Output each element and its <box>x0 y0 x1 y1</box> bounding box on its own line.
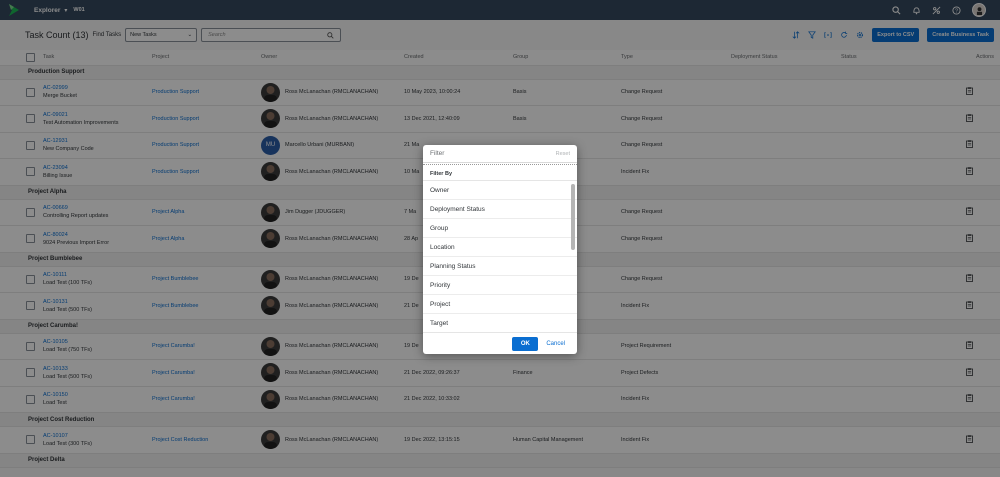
filter-item-planning-status[interactable]: Planning Status <box>423 257 577 276</box>
cancel-button[interactable]: Cancel <box>544 341 567 347</box>
filter-item-target[interactable]: Target <box>423 314 577 332</box>
filter-by-heading: Filter By <box>423 164 577 181</box>
filter-dialog-header: Filter Reset <box>423 145 577 163</box>
filter-dialog: Filter Reset Filter By Owner Deployment S… <box>423 145 577 354</box>
filter-dialog-title: Filter <box>430 150 445 157</box>
reset-button[interactable]: Reset <box>556 151 570 157</box>
filter-dialog-footer: OK Cancel <box>423 332 577 354</box>
filter-list-scrollbar[interactable] <box>571 184 575 250</box>
filter-item-project[interactable]: Project <box>423 295 577 314</box>
filter-item-location[interactable]: Location <box>423 238 577 257</box>
filter-item-deployment-status[interactable]: Deployment Status <box>423 200 577 219</box>
filter-list: Filter By Owner Deployment Status Group Loc… <box>423 164 577 332</box>
filter-item-priority[interactable]: Priority <box>423 276 577 295</box>
filter-item-owner[interactable]: Owner <box>423 181 577 200</box>
filter-item-group[interactable]: Group <box>423 219 577 238</box>
ok-button[interactable]: OK <box>512 336 539 351</box>
